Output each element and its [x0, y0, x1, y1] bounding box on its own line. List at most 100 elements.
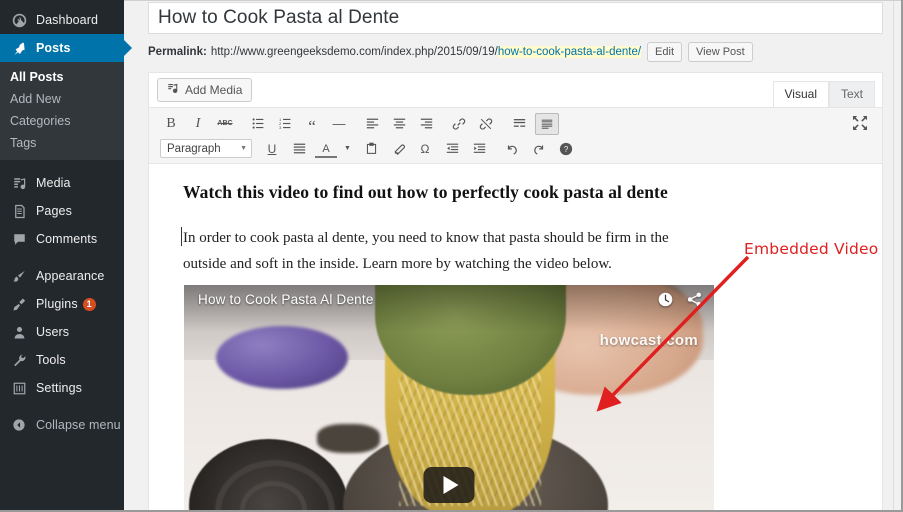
admin-sidebar: Dashboard Posts All Posts Add New Catego… [0, 0, 132, 512]
paragraph-format-select[interactable]: Paragraph ▼ [160, 139, 252, 158]
sidebar-item-plugins[interactable]: Plugins 1 [0, 290, 124, 318]
menu-separator [0, 253, 124, 262]
chevron-down-icon: ▼ [240, 145, 247, 152]
read-more-icon[interactable] [508, 114, 530, 134]
unlink-icon[interactable] [475, 114, 497, 134]
content-paragraph-text: In order to cook pasta al dente, you nee… [183, 230, 669, 272]
undo-icon[interactable] [501, 139, 523, 159]
sidebar-item-label: Tools [36, 353, 66, 367]
sidebar-item-comments[interactable]: Comments [0, 225, 124, 253]
editor-content-area[interactable]: Watch this video to find out how to perf… [149, 164, 882, 512]
collapse-arrow-icon [9, 416, 29, 434]
clear-formatting-icon[interactable] [387, 139, 409, 159]
add-media-icon [167, 82, 180, 98]
clock-icon[interactable] [657, 291, 674, 313]
redo-icon[interactable] [528, 139, 550, 159]
sidebar-item-label: Pages [36, 204, 72, 218]
italic-icon[interactable]: I [187, 114, 209, 134]
permalink-row: Permalink: http://www.greengeeksdemo.com… [148, 42, 883, 62]
annotation-label: Embedded Video [744, 240, 879, 258]
increase-indent-icon[interactable] [468, 139, 490, 159]
settings-icon [9, 379, 29, 397]
permalink-slug[interactable]: how-to-cook-pasta-al-dente/ [497, 46, 642, 58]
wrench-icon [9, 351, 29, 369]
numbered-list-icon[interactable]: 123 [274, 114, 296, 134]
sidebar-item-label: Dashboard [36, 13, 99, 27]
kitchen-sink-icon[interactable] [535, 112, 559, 135]
editor-toolbar: B I ABC 123 “ — Paragraph ▼ U A ▼ Ω ? [149, 107, 882, 164]
embedded-video[interactable]: How to Cook Pasta Al Dente howcast.com [184, 285, 714, 512]
special-character-icon[interactable]: Ω [414, 139, 436, 159]
distraction-free-icon[interactable] [850, 113, 870, 133]
play-button-icon[interactable] [423, 467, 475, 504]
paragraph-format-value: Paragraph [167, 142, 221, 155]
strikethrough-icon[interactable]: ABC [214, 114, 236, 134]
permalink-base[interactable]: http://www.greengeeksdemo.com/index.php/… [211, 46, 498, 58]
sidebar-item-dashboard[interactable]: Dashboard [0, 6, 124, 34]
bold-icon[interactable]: B [160, 114, 182, 134]
horizontal-rule-icon[interactable]: — [328, 114, 350, 134]
content-heading: Watch this video to find out how to perf… [183, 182, 668, 202]
svg-text:?: ? [564, 145, 569, 154]
posts-submenu: All Posts Add New Categories Tags [0, 62, 124, 160]
pin-icon [9, 39, 29, 57]
bullet-list-icon[interactable] [247, 114, 269, 134]
sidebar-item-appearance[interactable]: Appearance [0, 262, 124, 290]
frame-top-border [124, 0, 903, 1]
paste-as-text-icon[interactable] [360, 139, 382, 159]
underline-icon[interactable]: U [261, 139, 283, 159]
editor-mode-tabs: Visual Text [772, 73, 882, 107]
toolbar-row-2: Paragraph ▼ U A ▼ Ω ? [149, 136, 882, 161]
sidebar-item-media[interactable]: Media [0, 169, 124, 197]
blockquote-icon[interactable]: “ [301, 110, 323, 137]
help-icon[interactable]: ? [555, 139, 577, 159]
sidebar-item-label: Comments [36, 232, 98, 246]
sidebar-item-label: Users [36, 325, 70, 339]
plug-icon [9, 295, 29, 313]
sidebar-item-posts[interactable]: Posts [0, 34, 132, 62]
svg-text:3: 3 [279, 125, 282, 130]
sidebar-item-tools[interactable]: Tools [0, 346, 124, 374]
sidebar-item-users[interactable]: Users [0, 318, 124, 346]
text-color-dropdown-icon[interactable]: ▼ [342, 139, 353, 159]
permalink-label: Permalink: [148, 46, 207, 58]
sidebar-item-settings[interactable]: Settings [0, 374, 124, 402]
sidebar-item-label: Settings [36, 381, 82, 395]
content-paragraph: In order to cook pasta al dente, you nee… [181, 225, 713, 277]
view-post-button[interactable]: View Post [688, 42, 753, 62]
dashboard-icon [9, 11, 29, 29]
post-title-field[interactable]: How to Cook Pasta al Dente [148, 2, 883, 34]
menu-separator [0, 402, 124, 411]
sidebar-item-categories[interactable]: Categories [0, 110, 124, 132]
video-watermark: howcast.com [599, 332, 698, 349]
sidebar-item-tags[interactable]: Tags [0, 132, 124, 154]
collapse-menu-button[interactable]: Collapse menu [0, 411, 124, 439]
decrease-indent-icon[interactable] [441, 139, 463, 159]
text-color-icon[interactable]: A [315, 142, 337, 158]
insert-link-icon[interactable] [448, 114, 470, 134]
sidebar-item-all-posts[interactable]: All Posts [0, 66, 124, 88]
sidebar-item-label: Appearance [36, 269, 105, 283]
sidebar-item-add-new[interactable]: Add New [0, 88, 124, 110]
post-title-value: How to Cook Pasta al Dente [158, 7, 400, 28]
align-right-icon[interactable] [415, 114, 437, 134]
sidebar-item-pages[interactable]: Pages [0, 197, 124, 225]
add-media-button[interactable]: Add Media [157, 78, 253, 102]
menu-separator [0, 160, 124, 169]
video-title: How to Cook Pasta Al Dente [198, 292, 374, 307]
text-caret [181, 227, 182, 246]
post-editor-panel: Add Media Visual Text B I ABC 1 2 3 “ — … [148, 72, 883, 512]
tab-visual[interactable]: Visual [772, 81, 829, 107]
sidebar-item-label: Media [36, 176, 71, 190]
share-icon[interactable] [686, 291, 703, 313]
panel-right-edge [893, 0, 894, 512]
align-center-icon[interactable] [388, 114, 410, 134]
wordpress-post-editor-screen: Dashboard Posts All Posts Add New Catego… [0, 0, 903, 512]
collapse-menu-label: Collapse menu [36, 418, 121, 432]
sidebar-item-label: Plugins [36, 297, 78, 311]
tab-text[interactable]: Text [828, 81, 875, 107]
justify-icon[interactable] [288, 139, 310, 159]
toolbar-row-1: B I ABC 123 “ — [149, 111, 882, 136]
align-left-icon[interactable] [361, 114, 383, 134]
edit-permalink-button[interactable]: Edit [647, 42, 683, 62]
